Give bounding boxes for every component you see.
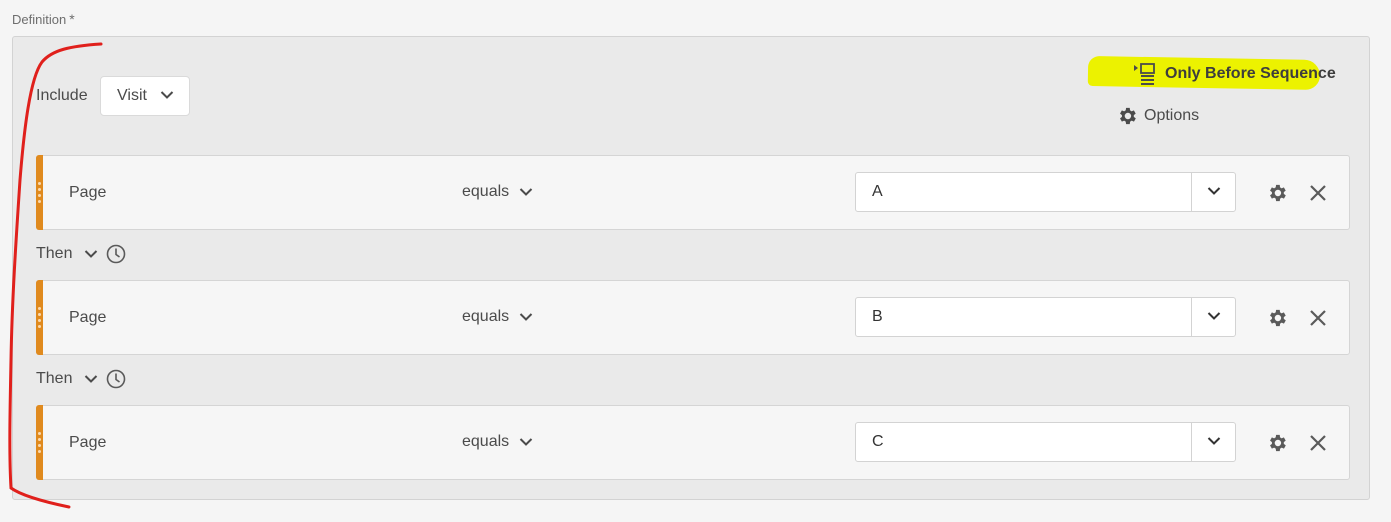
close-icon[interactable] [1308, 433, 1328, 453]
chevron-down-icon [519, 313, 533, 321]
then-connector[interactable]: Then [36, 244, 126, 264]
rule-dimension: Page [69, 434, 107, 451]
clock-icon[interactable] [106, 244, 126, 264]
rule-row: Page equals C [36, 405, 1350, 480]
definition-label: Definition * [12, 11, 75, 27]
value-combobox[interactable]: A [855, 172, 1236, 212]
drag-handle-icon[interactable] [38, 307, 42, 329]
chevron-down-icon[interactable] [84, 374, 98, 384]
operator-label: equals [462, 433, 510, 450]
value-combobox[interactable]: B [855, 297, 1236, 337]
chevron-down-icon [1207, 312, 1221, 320]
gear-icon[interactable] [1266, 307, 1288, 329]
scope-value: Visit [117, 87, 147, 104]
definition-label-text: Definition [12, 12, 67, 27]
scope-dropdown[interactable]: Visit [100, 76, 190, 116]
chevron-down-icon [519, 438, 533, 446]
rule-row: Page equals B [36, 280, 1350, 355]
only-before-sequence-button[interactable]: Only Before Sequence [1133, 62, 1336, 86]
sequence-button-label: Only Before Sequence [1165, 65, 1336, 82]
chevron-down-icon [519, 188, 533, 196]
gear-icon [1120, 107, 1136, 125]
operator-dropdown[interactable]: equals [462, 308, 533, 326]
then-label: Then [36, 245, 73, 262]
operator-dropdown[interactable]: equals [462, 183, 533, 201]
operator-label: equals [462, 308, 510, 325]
rule-row: Page equals A [36, 155, 1350, 230]
drag-handle-icon[interactable] [38, 432, 42, 454]
value-input[interactable]: A [872, 183, 883, 201]
chevron-down-icon [160, 91, 174, 99]
chevron-down-icon[interactable] [84, 249, 98, 259]
chevron-down-icon [1207, 437, 1221, 445]
value-dropdown-button[interactable] [1191, 423, 1235, 461]
include-label: Include [36, 87, 88, 104]
operator-dropdown[interactable]: equals [462, 433, 533, 451]
clock-icon[interactable] [106, 369, 126, 389]
gear-icon[interactable] [1266, 432, 1288, 454]
gear-icon[interactable] [1266, 182, 1288, 204]
then-label: Then [36, 370, 73, 387]
value-input[interactable]: C [872, 433, 884, 451]
drag-handle-icon[interactable] [38, 182, 42, 204]
rule-dimension: Page [69, 309, 107, 326]
value-dropdown-button[interactable] [1191, 173, 1235, 211]
options-button[interactable]: Options [1116, 105, 1199, 127]
value-dropdown-button[interactable] [1191, 298, 1235, 336]
close-icon[interactable] [1308, 308, 1328, 328]
then-connector[interactable]: Then [36, 369, 126, 389]
options-label: Options [1144, 107, 1200, 124]
value-input[interactable]: B [872, 308, 883, 326]
close-icon[interactable] [1308, 183, 1328, 203]
value-combobox[interactable]: C [855, 422, 1236, 462]
operator-label: equals [462, 183, 510, 200]
chevron-down-icon [1207, 187, 1221, 195]
required-mark: * [69, 11, 75, 27]
sequence-icon [1134, 63, 1155, 85]
rule-dimension: Page [69, 184, 107, 201]
